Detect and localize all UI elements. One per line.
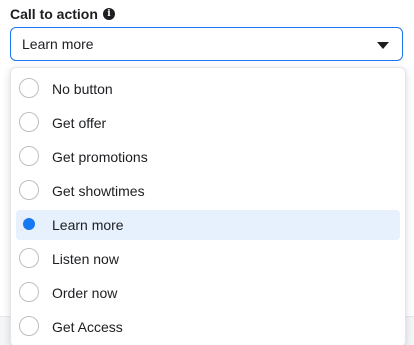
option-label: Get promotions (52, 149, 148, 165)
option-label: Listen now (52, 251, 119, 267)
field-label-row: Call to action i (10, 5, 115, 23)
option-no-button[interactable]: No button (16, 74, 400, 104)
radio-button[interactable] (19, 248, 39, 268)
option-order-now[interactable]: Order now (16, 278, 400, 308)
radio-button[interactable] (19, 316, 39, 336)
option-get-showtimes[interactable]: Get showtimes (16, 176, 400, 206)
option-learn-more[interactable]: Learn more (16, 210, 400, 240)
option-get-promotions[interactable]: Get promotions (16, 142, 400, 172)
option-label: Get Access (52, 319, 123, 335)
option-get-access[interactable]: Get Access (16, 312, 400, 342)
option-listen-now[interactable]: Listen now (16, 244, 400, 274)
dropdown-menu: No button Get offer Get promotions Get s… (10, 67, 406, 345)
option-label: No button (52, 81, 113, 97)
option-label: Get showtimes (52, 183, 145, 199)
field-label: Call to action (10, 6, 98, 22)
radio-button[interactable] (19, 282, 39, 302)
radio-button[interactable] (19, 112, 39, 132)
option-label: Order now (52, 285, 118, 301)
select-value: Learn more (22, 36, 94, 52)
option-label: Learn more (52, 217, 124, 233)
call-to-action-field: Call to action i Learn more No button Ge… (0, 0, 414, 345)
option-label: Get offer (52, 115, 107, 131)
info-icon[interactable]: i (102, 8, 115, 20)
caret-down-icon (377, 42, 389, 49)
call-to-action-select[interactable]: Learn more (10, 27, 403, 61)
radio-button[interactable] (19, 78, 39, 98)
radio-button[interactable] (19, 146, 39, 166)
radio-button[interactable] (19, 180, 39, 200)
radio-button-selected[interactable] (19, 214, 39, 234)
option-get-offer[interactable]: Get offer (16, 108, 400, 138)
radio-selected-dot (23, 218, 35, 230)
